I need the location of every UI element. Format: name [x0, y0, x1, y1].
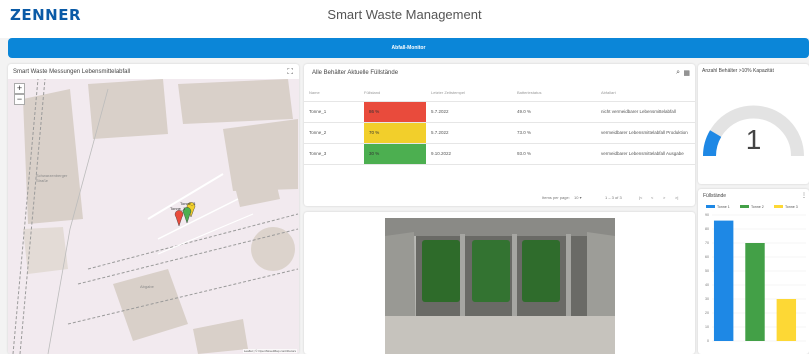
bar-tonne-1[interactable] [713, 220, 734, 341]
fill-level-chart-panel: Füllstände ⋮ Tonne 1 Tonne 2 Tonne 3 0 10 20 3… [698, 189, 809, 354]
cell-battery: 73.0 % [512, 122, 596, 144]
cell-battery: 49.0 % [512, 101, 596, 123]
column-header-timestamp[interactable]: Letzter Zeitstempel [426, 85, 512, 102]
cell-type: nicht vermeidbarer Lebensmittelabfall [596, 101, 695, 123]
rows-per-page-value: 10 [574, 195, 579, 200]
last-page-button[interactable]: >| [675, 195, 678, 200]
legend-label[interactable]: Tonne 3 [785, 205, 798, 209]
legend-swatch[interactable] [706, 205, 715, 208]
cell-timestamp: 9.10.2022 [426, 143, 512, 165]
y-tick-label: 30 [705, 297, 709, 301]
next-page-button[interactable]: > [663, 195, 665, 200]
columns-icon[interactable]: ▦ [683, 69, 690, 77]
table-row[interactable]: Tonne_2 70 % 5.7.2022 73.0 % vermeidbarer Le… [304, 122, 695, 144]
marker-tonne-1[interactable] [174, 210, 184, 227]
waste-bins-photo [385, 218, 615, 354]
column-header-type[interactable]: Abfallart [596, 85, 695, 102]
rows-per-page-select[interactable]: 10 ▾ [574, 195, 582, 200]
photo-panel [304, 212, 695, 354]
chart-panel-title: Füllstände [703, 193, 727, 199]
gauge-panel: Anzahl Behälter >10% Kapazität 1 [698, 64, 809, 184]
cell-type: vermeidbarer Lebensmittelabfall Produkti… [596, 122, 695, 144]
range-label: 1 – 3 of 3 [605, 195, 622, 200]
monitor-title: Abfall-Monitor [391, 45, 426, 51]
map-view[interactable]: + − Tonne_3 Tonne_1 Schwarzenberger Stra… [8, 78, 299, 354]
top-bar: ZENNER Smart Waste Management [0, 0, 809, 38]
y-tick-label: 90 [705, 213, 709, 217]
marker-label-tonne-1: Tonne_1 [170, 206, 186, 211]
cell-name: Tonne_1 [304, 101, 364, 123]
more-icon[interactable]: ⋮ [801, 192, 807, 199]
column-header-name[interactable]: Name [304, 85, 364, 102]
column-header-fill[interactable]: Füllstand [364, 85, 426, 102]
first-page-button[interactable]: |< [639, 195, 642, 200]
map-tiles [12, 78, 299, 354]
fullscreen-icon[interactable]: ⛶ [287, 67, 293, 77]
cell-timestamp: 5.7.2022 [426, 122, 512, 144]
fill-level-table-panel: Alle Behälter Aktuelle Füllstände ⌕ ▦ Na… [304, 64, 695, 206]
bar-tonne-2[interactable] [745, 243, 765, 341]
column-header-battery[interactable]: Batteriestatus [512, 85, 596, 102]
cell-name: Tonne_3 [304, 143, 364, 165]
legend-swatch[interactable] [774, 205, 783, 208]
cell-timestamp: 5.7.2022 [426, 101, 512, 123]
cell-name: Tonne_2 [304, 122, 364, 144]
zoom-in-button[interactable]: + [14, 83, 25, 94]
page-title: Smart Waste Management [327, 7, 482, 22]
building-label: Abgabe [140, 284, 154, 289]
y-tick-label: 10 [705, 325, 709, 329]
map-panel: Smart Waste Messungen Lebensmittelabfall… [8, 64, 299, 354]
legend-swatch[interactable] [740, 205, 749, 208]
map-attribution[interactable]: Leaflet | © OpenStreetMap contributors [242, 349, 297, 353]
zoom-out-button[interactable]: − [14, 94, 25, 105]
table-header-row: Name Füllstand Letzter Zeitstempel Batte… [304, 85, 695, 102]
rows-per-page-label: Items per page: [542, 195, 570, 200]
prev-page-button[interactable]: < [651, 195, 653, 200]
table-row[interactable]: Tonne_3 30 % 9.10.2022 93.0 % vermeidbarer L… [304, 143, 695, 165]
legend-label[interactable]: Tonne 1 [717, 205, 730, 209]
cell-fill: 70 % [364, 122, 426, 144]
map-panel-title: Smart Waste Messungen Lebensmittelabfall [13, 69, 131, 75]
fill-level-table: Name Füllstand Letzter Zeitstempel Batte… [304, 85, 695, 165]
y-tick-label: 40 [705, 283, 709, 287]
monitor-banner: Abfall-Monitor [8, 38, 809, 58]
cell-type: vermeidbarer Lebensmittelabfall Ausgabe [596, 143, 695, 165]
y-tick-label: 60 [705, 255, 709, 259]
y-tick-label: 80 [705, 227, 709, 231]
search-icon[interactable]: ⌕ [676, 69, 680, 77]
cell-fill: 30 % [364, 143, 426, 165]
legend-label[interactable]: Tonne 2 [751, 205, 764, 209]
gauge-value: 1 [745, 124, 762, 155]
cell-fill: 86 % [364, 101, 426, 123]
y-tick-label: 20 [705, 311, 709, 315]
cell-battery: 93.0 % [512, 143, 596, 165]
table-panel-title: Alle Behälter Aktuelle Füllstände [312, 70, 399, 76]
bar-chart: Tonne 1 Tonne 2 Tonne 3 0 10 20 30 40 50 60 70 80 90 [705, 205, 806, 343]
street-label: Schwarzenberger Straße [36, 173, 68, 183]
y-tick-label: 50 [705, 269, 709, 273]
table-row[interactable]: Tonne_1 86 % 5.7.2022 49.0 % nicht vermeidba… [304, 101, 695, 123]
y-tick-label: 70 [705, 241, 709, 245]
y-tick-label: 0 [707, 339, 709, 343]
bar-tonne-3[interactable] [776, 299, 797, 341]
